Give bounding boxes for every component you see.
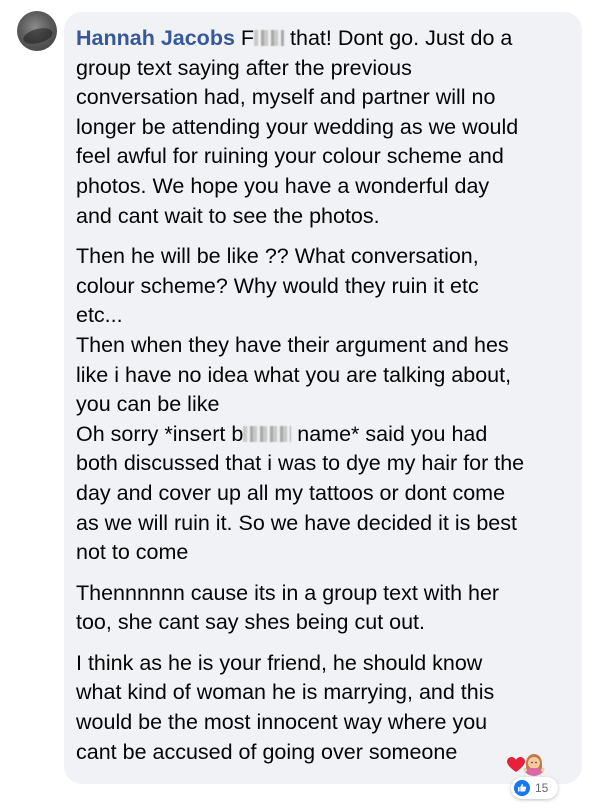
reactions-summary[interactable]: 15 xyxy=(511,777,558,799)
paragraph-line: group text saying after the previous xyxy=(76,55,412,80)
paragraph-line: I think as he is your friend, he should … xyxy=(76,650,483,675)
paragraph-line: like i have no idea what you are talking… xyxy=(76,362,512,387)
paragraph-text: name* said you had xyxy=(297,421,488,446)
paragraph-line: too, she cant say shes being cut out. xyxy=(76,610,425,635)
censored-word xyxy=(254,30,285,46)
paragraph-line: conversation had, myself and partner wil… xyxy=(76,85,496,110)
comment-bubble: Hannah Jacobs F that! Dont go. Just do a… xyxy=(64,12,582,784)
paragraph-line: you can be like xyxy=(76,392,220,417)
paragraph-line: cant be accused of going over someone xyxy=(76,739,458,764)
paragraph-line: etc... xyxy=(76,303,123,328)
paragraph-line: would be the most innocent way where you xyxy=(76,710,488,735)
avatar[interactable] xyxy=(17,11,57,51)
paragraph-line: not to come xyxy=(76,540,189,565)
paragraph-line: Then he will be like ?? What conversatio… xyxy=(76,244,479,269)
comment-paragraph-4: I think as he is your friend, he should … xyxy=(76,649,568,767)
comment-paragraph-2: Then he will be like ?? What conversatio… xyxy=(76,242,568,568)
like-icon xyxy=(514,780,530,796)
paragraph-text: F xyxy=(240,26,255,50)
shrugging-woman-emoji xyxy=(523,754,545,776)
paragraph-line: Thennnnnn cause its in a group text with… xyxy=(76,580,500,605)
reaction-count: 15 xyxy=(535,781,549,795)
paragraph-line: what kind of woman he is marrying, and t… xyxy=(76,680,495,705)
paragraph-line: Then when they have their argument and h… xyxy=(76,332,509,357)
paragraph-line: photos. We hope you have a wonderful day xyxy=(76,173,490,198)
comment-paragraph-1: Hannah Jacobs F that! Dont go. Just do a… xyxy=(76,24,568,231)
paragraph-text: Oh sorry *insert b xyxy=(76,421,244,446)
paragraph-line: longer be attending your wedding as we w… xyxy=(76,114,519,139)
comment-paragraph-3: Thennnnnn cause its in a group text with… xyxy=(76,579,568,638)
paragraph-text: that! Dont go. Just do a xyxy=(290,26,513,50)
paragraph-line: day and cover up all my tattoos or dont … xyxy=(76,480,506,505)
paragraph-line: colour scheme? Why would they ruin it et… xyxy=(76,273,479,298)
comment-author[interactable]: Hannah Jacobs xyxy=(76,26,235,50)
censored-word xyxy=(243,425,292,442)
paragraph-line: and cant wait to see the photos. xyxy=(76,203,380,228)
paragraph-line: both discussed that i was to dye my hair… xyxy=(76,451,525,476)
paragraph-line: feel awful for ruining your colour schem… xyxy=(76,144,504,169)
paragraph-line: as we will ruin it. So we have decided i… xyxy=(76,510,517,535)
